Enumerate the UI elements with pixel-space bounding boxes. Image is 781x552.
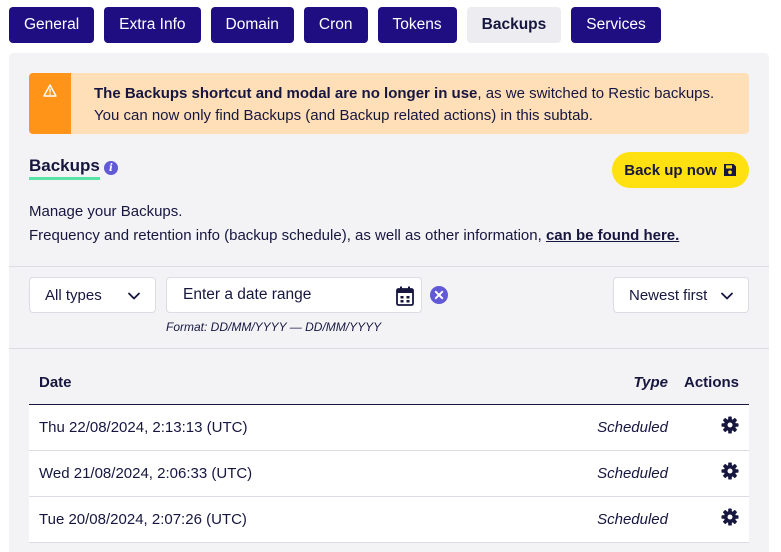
backup-date: Thu 22/08/2024, 2:13:13 (UTC) (39, 419, 248, 436)
alert-text-1: , as we switched to Restic backups. (477, 85, 715, 102)
column-header-date[interactable]: Date (39, 374, 72, 391)
table-row: Tue 20/08/2024, 2:07:26 (UTC) Scheduled (29, 497, 749, 543)
back-up-now-label: Back up now (624, 161, 717, 179)
table-row: Thu 22/08/2024, 2:13:13 (UTC) Scheduled (29, 405, 749, 451)
schedule-info-link[interactable]: can be found here. (546, 227, 679, 244)
save-icon (723, 164, 736, 176)
backup-type: Scheduled (597, 511, 668, 528)
deprecation-alert: The Backups shortcut and modal are no lo… (29, 73, 749, 134)
backup-type: Scheduled (597, 465, 668, 482)
info-icon[interactable]: i (103, 161, 118, 175)
tab-general[interactable]: General (9, 7, 95, 43)
column-header-actions: Actions (683, 374, 739, 391)
chevron-down-icon (721, 292, 733, 300)
tab-bar: General Extra Info Domain Cron Tokens Ba… (9, 7, 661, 43)
alert-bold-text: The Backups shortcut and modal are no lo… (94, 85, 478, 102)
desc-line-2: Frequency and retention info (backup sch… (29, 227, 546, 244)
section-heading: Backups i (29, 156, 118, 180)
alert-message: The Backups shortcut and modal are no lo… (94, 83, 714, 127)
tab-cron[interactable]: Cron (303, 7, 368, 43)
backups-panel: The Backups shortcut and modal are no lo… (9, 53, 769, 552)
table-row: Wed 21/08/2024, 2:06:33 (UTC) Scheduled (29, 451, 749, 497)
warning-icon (43, 84, 57, 97)
table-header: Date Type Actions (29, 363, 749, 405)
backup-type: Scheduled (597, 419, 668, 436)
clear-date-icon[interactable] (430, 286, 448, 304)
calendar-icon[interactable] (396, 286, 414, 306)
desc-line-1: Manage your Backups. (29, 203, 183, 220)
date-range-input[interactable] (167, 278, 377, 312)
tab-domain[interactable]: Domain (210, 7, 294, 43)
tab-backups[interactable]: Backups (466, 7, 562, 43)
chevron-down-icon (128, 292, 140, 300)
gear-icon[interactable] (721, 462, 739, 480)
sort-select[interactable]: Newest first (613, 277, 749, 313)
gear-icon[interactable] (721, 416, 739, 434)
backup-date: Tue 20/08/2024, 2:07:26 (UTC) (39, 511, 247, 528)
divider (9, 266, 769, 267)
gear-icon[interactable] (721, 508, 739, 526)
backups-table: Date Type Actions Thu 22/08/2024, 2:13:1… (29, 363, 749, 543)
tab-services[interactable]: Services (571, 7, 661, 43)
tab-extra-info[interactable]: Extra Info (104, 7, 201, 43)
column-header-type[interactable]: Type (634, 374, 668, 391)
back-up-now-button[interactable]: Back up now (612, 152, 749, 188)
divider (9, 348, 769, 349)
alert-text-2: You can now only find Backups (and Backu… (94, 107, 593, 124)
sort-value: Newest first (629, 286, 708, 304)
section-description: Manage your Backups. Frequency and reten… (29, 200, 679, 248)
alert-bar (29, 73, 71, 134)
page-title: Backups (29, 156, 100, 180)
type-filter-select[interactable]: All types (29, 277, 156, 313)
tab-tokens[interactable]: Tokens (377, 7, 457, 43)
type-filter-value: All types (45, 286, 102, 304)
date-range-field[interactable] (166, 277, 422, 313)
date-format-hint: Format: DD/MM/YYYY — DD/MM/YYYY (166, 320, 382, 334)
backup-date: Wed 21/08/2024, 2:06:33 (UTC) (39, 465, 253, 482)
